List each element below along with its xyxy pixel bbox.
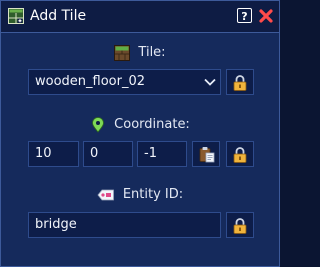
clipboard-paste-icon <box>199 147 215 163</box>
coordinate-y-value: 0 <box>90 146 99 161</box>
chevron-down-icon <box>204 78 216 86</box>
coordinate-lock-button[interactable] <box>226 141 254 167</box>
entity-id-input[interactable]: bridge <box>28 212 221 238</box>
tile-grid-icon <box>8 8 24 24</box>
coordinate-y-input[interactable]: 0 <box>83 141 133 167</box>
tile-label-row: Tile: <box>1 44 279 62</box>
entity-id-value: bridge <box>35 217 77 232</box>
help-button[interactable]: ? <box>237 8 252 23</box>
entity-label-row: Entity ID: <box>1 186 279 204</box>
entity-label: Entity ID: <box>122 187 184 202</box>
coordinate-z-input[interactable]: -1 <box>137 141 187 167</box>
lock-icon <box>233 75 247 91</box>
window-title: Add Tile <box>30 8 87 24</box>
tile-lock-button[interactable] <box>226 69 254 95</box>
add-tile-dialog: Add Tile ? Tile: wooden_floor_02 Coordin… <box>0 0 280 267</box>
entity-lock-button[interactable] <box>226 212 254 238</box>
tile-select-value: wooden_floor_02 <box>35 74 146 89</box>
map-pin-icon <box>92 117 105 133</box>
tile-label: Tile: <box>138 45 166 60</box>
lock-icon <box>233 218 247 234</box>
tag-icon <box>97 189 114 201</box>
lock-icon <box>233 147 247 163</box>
paste-coordinate-button[interactable] <box>192 141 220 167</box>
coordinate-z-value: -1 <box>144 146 157 161</box>
tile-icon <box>114 45 131 61</box>
coordinate-label-row: Coordinate: <box>1 116 279 134</box>
coordinate-label: Coordinate: <box>114 117 190 132</box>
coordinate-x-value: 10 <box>35 146 52 161</box>
close-icon[interactable] <box>258 8 274 24</box>
coordinate-x-input[interactable]: 10 <box>28 141 79 167</box>
title-bar[interactable]: Add Tile ? <box>1 1 279 33</box>
tile-select[interactable]: wooden_floor_02 <box>28 69 221 95</box>
